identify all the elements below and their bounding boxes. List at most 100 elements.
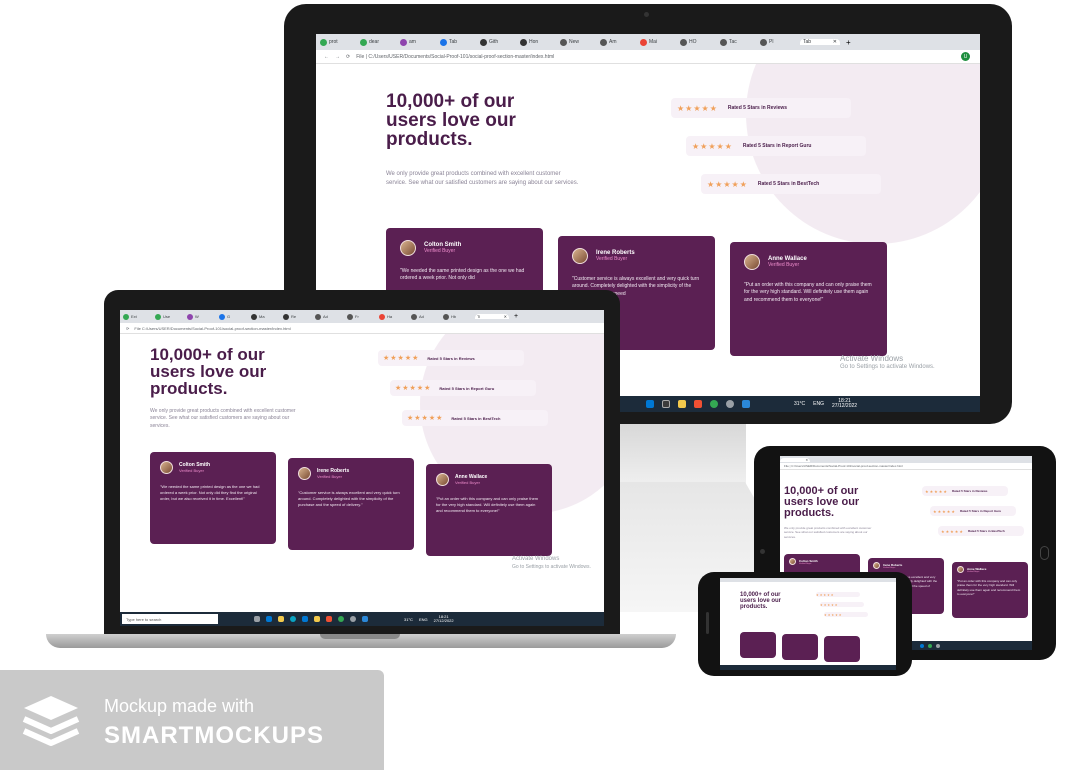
laptop-tab[interactable]: W (187, 313, 217, 320)
laptop-device: Ext Use W G Ma Re Ad Fr Ha Ad Hb Ti ✕ + ⟳… (104, 290, 620, 634)
photos-app-icon[interactable] (362, 616, 368, 622)
page-description: We only provide great products combined … (386, 171, 579, 186)
close-icon[interactable]: ✕ (805, 458, 808, 462)
tab-favicon-icon (283, 313, 289, 320)
edge-app-icon[interactable] (290, 616, 296, 622)
url-text[interactable]: File | C:/Users/USER/Documents/Social-Pr… (784, 464, 903, 468)
monitor-tab[interactable]: dear (360, 38, 398, 46)
git-app-icon[interactable] (326, 616, 332, 622)
star-rating-icon: ★★★★★ (383, 355, 420, 362)
tab-favicon-icon (520, 38, 527, 46)
rating-reviews: ★★★★★ (816, 592, 860, 597)
avatar (789, 558, 796, 565)
star-rating-icon: ★★★★★ (407, 415, 444, 422)
smartmockups-badge: Mockup made with SMARTMOCKUPS (0, 670, 384, 770)
task-view-icon[interactable] (254, 616, 260, 622)
search-box[interactable]: Type here to search (122, 614, 218, 624)
git-app-icon[interactable] (694, 400, 702, 408)
url-text[interactable]: File C:/Users/USER/Documents/Social-Proo… (134, 326, 290, 331)
layers-stack-icon (22, 696, 80, 746)
settings-gear-icon[interactable] (936, 643, 940, 648)
chrome-app-icon[interactable] (928, 643, 932, 648)
rating-report-guru: ★★★★★ Rated 5 Stars in Report Guru (390, 380, 536, 396)
laptop-tab[interactable]: Hb (443, 313, 473, 320)
laptop-tab[interactable]: Ma (251, 313, 281, 320)
back-arrow-icon[interactable]: ← (324, 54, 329, 60)
monitor-tab-active[interactable]: Tab ✕ (800, 39, 840, 45)
profile-avatar[interactable]: U (961, 52, 970, 61)
laptop-tab[interactable]: Ha (379, 313, 409, 320)
laptop-tab-strip: Ext Use W G Ma Re Ad Fr Ha Ad Hb Ti ✕ + (120, 310, 604, 323)
weather-readout[interactable]: 31°C (404, 617, 413, 622)
monitor-tab[interactable]: New (560, 38, 598, 46)
laptop-tab[interactable]: Re (283, 313, 313, 320)
monitor-tab[interactable]: prot (320, 38, 358, 46)
vscode-app-icon[interactable] (266, 616, 272, 622)
laptop-tab-active[interactable]: Ti ✕ (475, 314, 509, 319)
laptop-tab[interactable]: Ext (123, 313, 153, 320)
new-tab-button[interactable]: + (514, 313, 518, 320)
tab-favicon-icon (443, 313, 449, 320)
laptop-page: 10,000+ of our users love our products. … (120, 334, 604, 612)
tab-favicon-icon (411, 313, 417, 320)
tablet-tab-active[interactable]: ✕ (780, 457, 810, 462)
laptop-tab[interactable]: Use (155, 313, 185, 320)
laptop-tab[interactable]: Fr (347, 313, 377, 320)
star-rating-icon: ★★★★★ (677, 103, 718, 113)
monitor-tab[interactable]: HO (680, 38, 718, 46)
rating-besttech: ★★★★★ Rated 5 Stars in BestTech (402, 410, 548, 426)
monitor-tab[interactable]: Tab (440, 38, 478, 46)
tab-favicon-icon (680, 38, 687, 46)
monitor-camera (644, 12, 649, 17)
star-rating-icon: ★★★★★ (941, 528, 964, 534)
monitor-tab[interactable]: am (400, 38, 438, 46)
page-description: We only provide great products combined … (150, 408, 296, 429)
new-tab-button[interactable]: + (846, 38, 851, 47)
monitor-tab[interactable]: Gith (480, 38, 518, 46)
avatar (744, 254, 760, 270)
notes-app-icon[interactable] (678, 400, 686, 408)
monitor-tab[interactable]: Hon (520, 38, 558, 46)
badge-line1: Mockup made with (104, 696, 255, 716)
close-icon[interactable]: ✕ (833, 39, 837, 45)
reload-icon[interactable]: ⟳ (346, 54, 350, 60)
reload-icon[interactable]: ⟳ (126, 326, 129, 331)
notes-app-icon[interactable] (314, 616, 320, 622)
close-icon[interactable]: ✕ (504, 314, 507, 319)
star-rating-icon: ★★★★★ (707, 179, 748, 189)
testimonial-card (824, 636, 860, 662)
laptop-taskbar: Type here to search 31°C ENG 18:21 27/12… (120, 612, 604, 626)
clock[interactable]: 18:21 27/12/2022 (434, 614, 454, 624)
explorer-app-icon[interactable] (278, 616, 284, 622)
rating-report-guru: ★★★★★ (820, 602, 864, 607)
phone-device: 10,000+ of our users love our products. … (698, 572, 912, 676)
monitor-tab[interactable]: Mai (640, 38, 678, 46)
rating-report-guru: ★★★★★ Rated 5 Stars in Report Guru (686, 136, 866, 156)
badge-line2: SMARTMOCKUPS (104, 722, 324, 749)
laptop-tab[interactable]: Ad (411, 313, 441, 320)
settings-gear-icon[interactable] (350, 616, 356, 622)
mail-app-icon[interactable] (920, 643, 924, 648)
clock[interactable]: 18:21 27/12/2022 (832, 398, 857, 410)
avatar (572, 248, 588, 264)
chrome-app-icon[interactable] (338, 616, 344, 622)
tab-favicon-icon (720, 38, 727, 46)
mail-app-icon[interactable] (302, 616, 308, 622)
settings-gear-icon[interactable] (726, 400, 734, 408)
laptop-tab[interactable]: Ad (315, 313, 345, 320)
laptop-tab[interactable]: G (219, 313, 249, 320)
weather-readout[interactable]: 31°C (794, 401, 805, 407)
monitor-tab[interactable]: Pl (760, 38, 798, 46)
monitor-tab[interactable]: Am (600, 38, 638, 46)
tab-favicon-icon (480, 38, 487, 46)
monitor-tab[interactable]: Tac (720, 38, 758, 46)
language-indicator[interactable]: ENG (813, 401, 824, 407)
photos-app-icon[interactable] (742, 400, 750, 408)
mail-app-icon[interactable] (646, 400, 654, 408)
terminal-app-icon[interactable] (662, 400, 670, 408)
forward-arrow-icon[interactable]: → (335, 54, 340, 60)
tab-favicon-icon (155, 313, 161, 320)
url-text[interactable]: File | C:/Users/USER/Documents/Social-Pr… (356, 54, 554, 60)
chrome-app-icon[interactable] (710, 400, 718, 408)
language-indicator[interactable]: ENG (419, 617, 428, 622)
